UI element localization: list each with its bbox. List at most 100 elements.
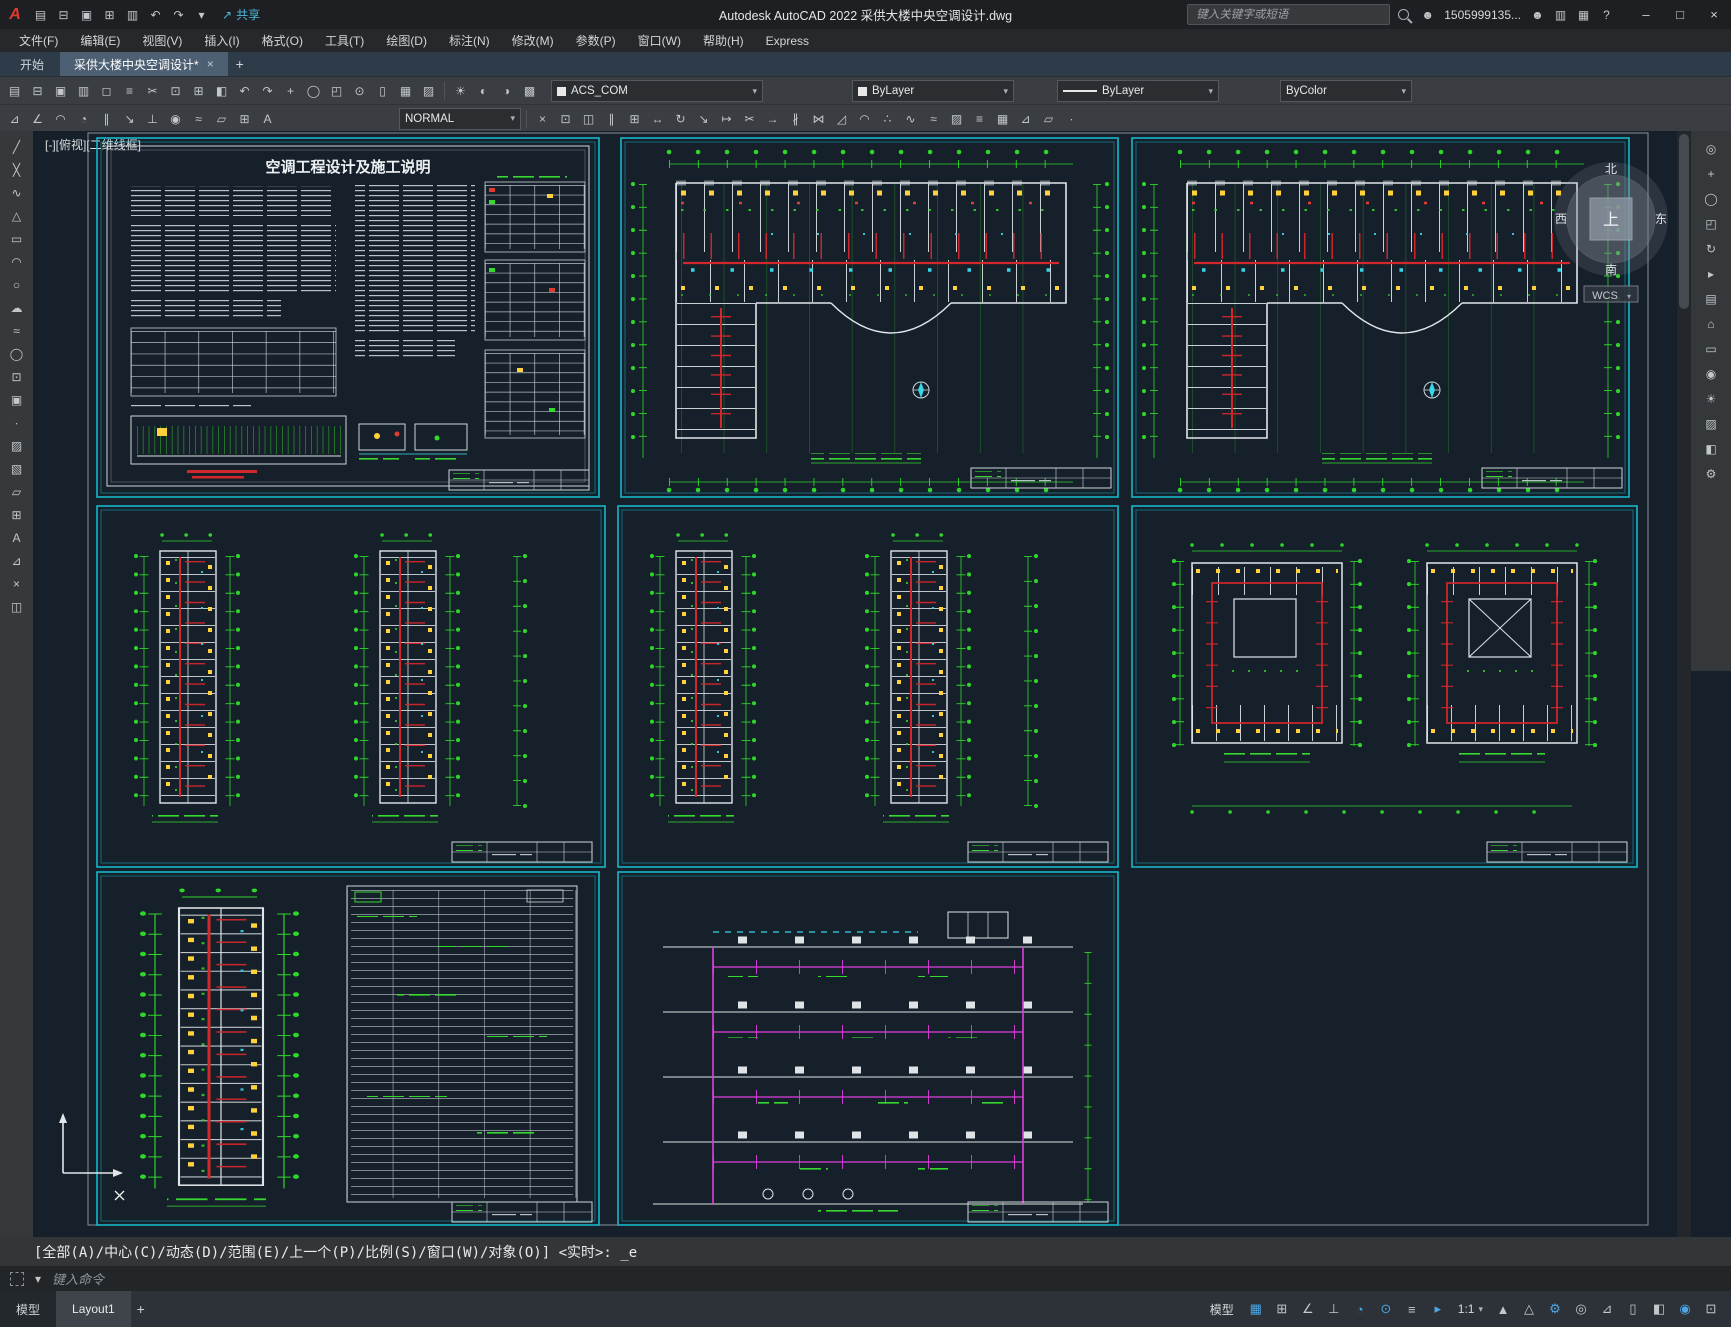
circle-tool-icon[interactable]: ○ [6, 275, 27, 295]
erase-tool-icon[interactable]: × [6, 574, 27, 594]
group-icon[interactable]: ▦ [992, 109, 1013, 129]
plot-preview-icon[interactable]: ◻ [96, 81, 117, 101]
user-icon[interactable]: ☻ [1417, 5, 1438, 25]
layer-properties-icon[interactable]: ▩ [519, 81, 540, 101]
command-customize-icon[interactable] [10, 1271, 24, 1286]
zoom-previous-icon[interactable]: ⊙ [349, 81, 370, 101]
new-tab-button[interactable]: + [230, 54, 250, 74]
erase-icon[interactable]: × [532, 109, 553, 129]
tab-close-icon[interactable]: × [207, 57, 214, 71]
point-tool-icon[interactable]: ∙ [6, 413, 27, 433]
viewport-panel-plan-1f[interactable] [621, 138, 1118, 497]
close-button[interactable]: × [1697, 0, 1731, 29]
redo-icon[interactable]: ↷ [168, 5, 189, 25]
region-edit-icon[interactable]: ▱ [1038, 109, 1059, 129]
zoom-window-nav-icon[interactable]: ◰ [1701, 214, 1722, 234]
ellipse-tool-icon[interactable]: ◯ [6, 344, 27, 364]
search-input[interactable] [1187, 4, 1391, 25]
help-icon[interactable]: ? [1596, 5, 1617, 25]
viewport-panel-plan-5f[interactable] [1131, 505, 1638, 868]
measure-icon[interactable]: ⊿ [1015, 109, 1036, 129]
named-views-icon[interactable]: ⌂ [1701, 314, 1722, 334]
chevron-down-icon[interactable]: ▾ [32, 1269, 44, 1289]
dim-style-icon[interactable]: ▱ [211, 109, 232, 129]
autoscale-icon[interactable]: △ [1517, 1297, 1541, 1321]
menu-edit[interactable]: 编辑(E) [69, 29, 131, 52]
table-tool-icon[interactable]: ⊞ [6, 505, 27, 525]
chamfer-icon[interactable]: ◿ [831, 109, 852, 129]
ortho-icon[interactable]: ⊥ [1322, 1297, 1346, 1321]
zoom-extents-icon[interactable]: ◯ [1701, 189, 1722, 209]
dim-linear-icon[interactable]: ⊿ [4, 109, 25, 129]
search-icon[interactable] [1398, 9, 1410, 20]
lineweight-combo[interactable]: ByColor ▾ [1280, 80, 1412, 102]
isolate-objects-icon[interactable]: ◧ [1647, 1297, 1671, 1321]
section-plane-icon[interactable]: ▭ [1701, 339, 1722, 359]
pan-icon[interactable]: + [1701, 164, 1722, 184]
dimension-tool-icon[interactable]: ⊿ [6, 551, 27, 571]
compass-east-label[interactable]: 东 [1655, 212, 1667, 226]
extend-icon[interactable]: → [762, 109, 783, 129]
menu-window[interactable]: 窗口(W) [627, 29, 692, 52]
plot-icon[interactable]: ▥ [122, 5, 143, 25]
design-center-icon[interactable]: ▦ [395, 81, 416, 101]
polyline-edit-icon[interactable]: ∿ [900, 109, 921, 129]
create-block-tool-icon[interactable]: ▣ [6, 390, 27, 410]
mirror-icon[interactable]: ◫ [578, 109, 599, 129]
copy-icon[interactable]: ⊡ [165, 81, 186, 101]
infer-constraints-icon[interactable]: ∠ [1296, 1297, 1320, 1321]
style-combo[interactable]: NORMAL ▾ [399, 107, 521, 130]
text-style-icon[interactable]: A [257, 109, 278, 129]
dim-angular-icon[interactable]: ∠ [27, 109, 48, 129]
scrollbar-thumb[interactable] [1679, 134, 1689, 309]
save-icon[interactable]: ▣ [76, 5, 97, 25]
revision-cloud-tool-icon[interactable]: ☁ [6, 298, 27, 318]
graphics-performance-icon[interactable]: ◉ [1673, 1297, 1697, 1321]
layer-combo[interactable]: ACS_COM ▾ [551, 80, 763, 102]
dynamic-input-icon[interactable]: ▸ [1426, 1297, 1450, 1321]
align-icon[interactable]: ≡ [969, 109, 990, 129]
share-button[interactable]: ↗ 共享 [222, 6, 260, 23]
wcs-selector[interactable]: WCS ▾ [1583, 285, 1639, 303]
paste-icon[interactable]: ⊞ [188, 81, 209, 101]
point-style-icon[interactable]: ∙ [1061, 109, 1082, 129]
pan-tool-icon[interactable]: + [280, 81, 301, 101]
explode-icon[interactable]: ∴ [877, 109, 898, 129]
user-icon[interactable]: ☻ [1527, 5, 1548, 25]
menu-file[interactable]: 文件(F) [8, 29, 69, 52]
camera-icon[interactable]: ◉ [1701, 364, 1722, 384]
region-tool-icon[interactable]: ▱ [6, 482, 27, 502]
rotate-icon[interactable]: ↻ [670, 109, 691, 129]
compass-up-label[interactable]: 上 [1603, 211, 1619, 229]
show-motion-icon[interactable]: ▸ [1701, 264, 1722, 284]
mtext-tool-icon[interactable]: A [6, 528, 27, 548]
annotation-scale-combo[interactable]: 1:1 ▾ [1452, 1302, 1489, 1316]
quick-access-dropdown-icon[interactable]: ▾ [191, 5, 212, 25]
spline-tool-icon[interactable]: ≈ [6, 321, 27, 341]
cart-icon[interactable]: ▥ [1550, 5, 1571, 25]
polygon-tool-icon[interactable]: △ [6, 206, 27, 226]
drawing-canvas[interactable]: [-][俯视][二维线框] 空调工程设计及施工说明 北 南 东 西 上 WCS … [33, 131, 1677, 1237]
command-input-line[interactable]: ▾ 键入命令 [0, 1266, 1731, 1291]
table-style-icon[interactable]: ⊞ [234, 109, 255, 129]
model-space[interactable]: [-][俯视][二维线框] 空调工程设计及施工说明 北 南 东 西 上 WCS … [33, 131, 1677, 1237]
cut-icon[interactable]: ✂ [142, 81, 163, 101]
minimize-button[interactable]: – [1629, 0, 1663, 29]
insert-block-tool-icon[interactable]: ⊡ [6, 367, 27, 387]
color-combo[interactable]: ByLayer ▾ [852, 80, 1014, 102]
tab-layout1[interactable]: Layout1 [56, 1291, 131, 1327]
viewport-panel-notes[interactable]: 空调工程设计及施工说明 [96, 137, 600, 498]
layer-walk-icon[interactable]: ▤ [1701, 289, 1722, 309]
publish-icon[interactable]: ≡ [119, 81, 140, 101]
viewport-panel-plan-4f[interactable] [617, 505, 1119, 868]
hatch-edit-icon[interactable]: ▨ [946, 109, 967, 129]
grid-icon[interactable]: ▦ [1244, 1297, 1268, 1321]
arc-tool-icon[interactable]: ◠ [6, 252, 27, 272]
rectangle-tool-icon[interactable]: ▭ [6, 229, 27, 249]
tolerance-icon[interactable]: ⊥ [142, 109, 163, 129]
stretch-icon[interactable]: ↦ [716, 109, 737, 129]
clean-screen-icon[interactable]: ⊡ [1699, 1297, 1723, 1321]
autocad-logo-icon[interactable]: A [0, 0, 30, 29]
hatch-tool-icon[interactable]: ▨ [6, 436, 27, 456]
zoom-realtime-icon[interactable]: ◯ [303, 81, 324, 101]
